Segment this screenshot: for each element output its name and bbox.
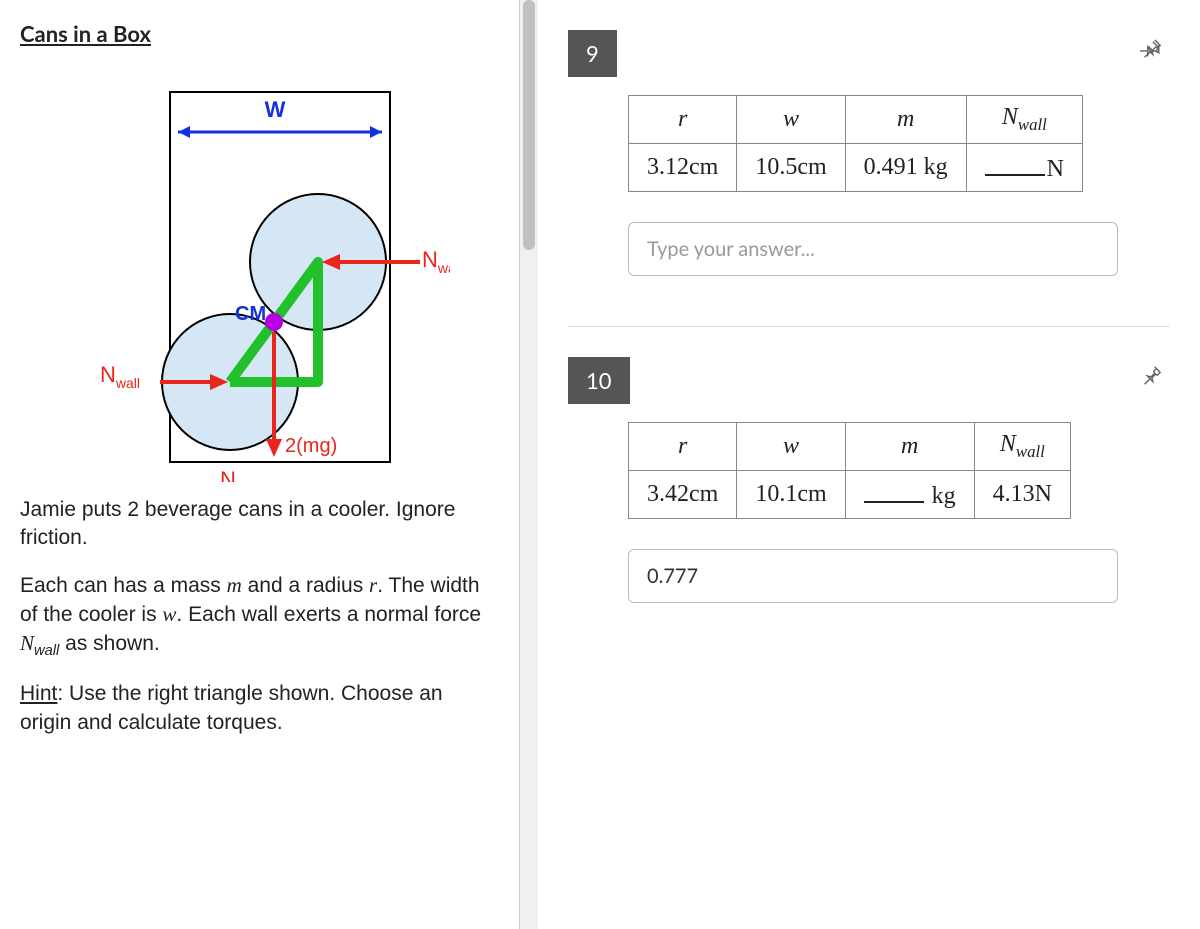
q10-v-r: 3.42cm (629, 470, 737, 518)
left-scrollbar[interactable] (520, 0, 538, 929)
svg-text:Nfloor: Nfloor (220, 467, 263, 482)
svg-text:Nwall: Nwall (422, 247, 450, 276)
problem-text: Jamie puts 2 beverage cans in a cooler. … (20, 496, 499, 737)
scrollbar-thumb[interactable] (523, 0, 535, 250)
question-number-10: 10 (568, 357, 630, 404)
nwall-left-N: N (100, 362, 116, 387)
nwall-left-sub: wall (114, 375, 139, 391)
para1: Jamie puts 2 beverage cans in a cooler. … (20, 496, 499, 553)
question-10: 10 r w m Nwall 3.42cm 10.1cm kg 4.13N 0.… (568, 357, 1170, 603)
q9-v-w: 10.5cm (737, 143, 845, 191)
weight-label: 2(mg) (285, 435, 337, 457)
pin-icon[interactable] (1140, 38, 1162, 64)
cm-label: CM (235, 303, 266, 325)
q9-answer-input[interactable] (628, 222, 1118, 276)
svg-text:Nwall: Nwall (100, 362, 140, 391)
q10-answer-input[interactable]: 0.777 (628, 549, 1118, 603)
nfloor-N: N (220, 467, 236, 482)
problem-title: Cans in a Box (20, 20, 499, 47)
q9-v-N: N (966, 143, 1082, 191)
para2: Each can has a mass m and a radius r. Th… (20, 571, 499, 663)
q9-data-table: r w m Nwall 3.12cm 10.5cm 0.491 kg N (628, 95, 1083, 192)
questions-panel: 9 r w m Nwall 3.12cm 10.5cm 0.491 kg N 1… (538, 0, 1200, 929)
cans-diagram: W CM 2(mg) Nwall Nwall (20, 62, 499, 486)
q10-data-table: r w m Nwall 3.42cm 10.1cm kg 4.13N (628, 422, 1071, 519)
pin-icon[interactable] (1140, 365, 1162, 391)
q9-h-N: Nwall (966, 96, 1082, 144)
q9-h-m: m (845, 96, 966, 144)
q9-h-r: r (629, 96, 737, 144)
q9-h-w: w (737, 96, 845, 144)
nfloor-sub: floor (235, 480, 263, 482)
q10-h-N: Nwall (974, 422, 1070, 470)
diagram-svg: W CM 2(mg) Nwall Nwall (70, 62, 450, 482)
problem-panel: Cans in a Box W CM 2(mg) (0, 0, 520, 929)
nwall-right-N: N (422, 247, 438, 272)
w-label: W (264, 97, 285, 122)
question-9: 9 r w m Nwall 3.12cm 10.5cm 0.491 kg N (568, 30, 1170, 276)
divider (568, 326, 1170, 327)
q10-v-N: 4.13N (974, 470, 1070, 518)
q10-h-w: w (737, 422, 845, 470)
q9-v-m: 0.491 kg (845, 143, 966, 191)
q9-v-r: 3.12cm (629, 143, 737, 191)
hint: Hint: Use the right triangle shown. Choo… (20, 680, 499, 737)
q10-v-m: kg (845, 470, 974, 518)
question-number-9: 9 (568, 30, 617, 77)
nwall-right-sub: wall (436, 260, 449, 276)
q10-v-w: 10.1cm (737, 470, 845, 518)
q10-h-m: m (845, 422, 974, 470)
q10-h-r: r (629, 422, 737, 470)
